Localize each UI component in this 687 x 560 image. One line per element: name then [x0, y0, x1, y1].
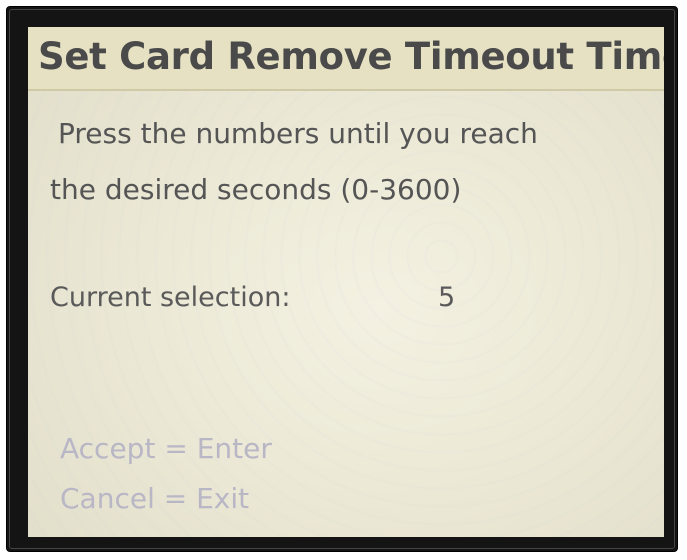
- cancel-hint: Cancel = Exit: [60, 482, 250, 515]
- title-bar: Set Card Remove Timeout Time: [28, 27, 664, 91]
- screen-title: Set Card Remove Timeout Time: [38, 35, 664, 78]
- current-selection-label: Current selection:: [50, 282, 291, 313]
- accept-hint: Accept = Enter: [60, 432, 272, 465]
- photo-frame: Set Card Remove Timeout Time Press the n…: [0, 0, 687, 560]
- current-selection-value: 5: [438, 282, 456, 313]
- instruction-line-1: Press the numbers until you reach: [58, 117, 538, 150]
- lcd-screen: Set Card Remove Timeout Time Press the n…: [28, 27, 664, 537]
- instruction-line-2: the desired seconds (0-3600): [50, 173, 462, 206]
